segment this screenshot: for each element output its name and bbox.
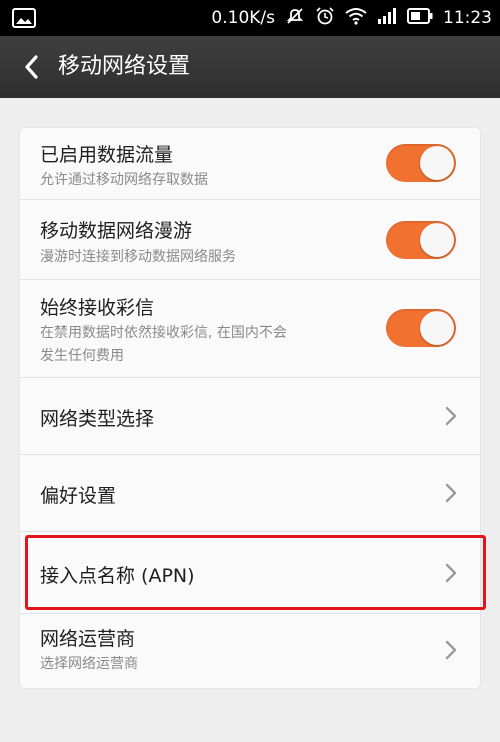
chevron-right-icon xyxy=(445,483,457,503)
alarm-icon xyxy=(315,6,335,31)
mute-icon xyxy=(285,6,305,31)
toggle-knob xyxy=(420,223,454,257)
chevron-right-icon xyxy=(445,563,457,583)
chevron-right-icon xyxy=(445,406,457,426)
clock-time: 11:23 xyxy=(443,8,492,28)
signal-icon xyxy=(377,7,397,30)
setting-title: 网络类型选择 xyxy=(40,408,155,430)
always-receive-mms-toggle[interactable] xyxy=(386,309,456,347)
mobile-data-toggle[interactable] xyxy=(386,144,456,182)
toggle-knob xyxy=(420,146,454,180)
toggle-knob xyxy=(420,311,454,345)
title-bar: 移动网络设置 xyxy=(0,36,500,98)
setting-always-receive-mms[interactable]: 始终接收彩信 在禁用数据时依然接收彩信, 在国内不会 发生任何费用 xyxy=(20,279,480,378)
setting-title: 网络运营商 xyxy=(40,628,136,650)
setting-apn[interactable]: 接入点名称 (APN) xyxy=(20,531,480,614)
setting-subtitle-line1: 在禁用数据时依然接收彩信, 在国内不会 xyxy=(40,325,287,341)
setting-network-type[interactable]: 网络类型选择 xyxy=(20,377,480,455)
chevron-right-icon xyxy=(445,640,457,660)
setting-subtitle: 漫游时连接到移动数据网络服务 xyxy=(40,249,236,265)
setting-title: 接入点名称 (APN) xyxy=(40,565,195,587)
battery-icon xyxy=(407,7,433,29)
setting-title: 偏好设置 xyxy=(40,485,117,507)
setting-network-operator[interactable]: 网络运营商 选择网络运营商 xyxy=(20,613,480,688)
setting-preferences[interactable]: 偏好设置 xyxy=(20,454,480,532)
data-roaming-toggle[interactable] xyxy=(386,221,456,259)
setting-title: 移动数据网络漫游 xyxy=(40,220,193,242)
page-title: 移动网络设置 xyxy=(58,54,191,79)
setting-title: 已启用数据流量 xyxy=(40,144,174,166)
status-bar: 0.10K/s 11:23 xyxy=(0,0,500,36)
setting-mobile-data[interactable]: 已启用数据流量 允许通过移动网络存取数据 xyxy=(20,128,480,200)
setting-subtitle: 选择网络运营商 xyxy=(40,656,138,672)
setting-data-roaming[interactable]: 移动数据网络漫游 漫游时连接到移动数据网络服务 xyxy=(20,199,480,280)
network-speed: 0.10K/s xyxy=(211,8,275,28)
wifi-icon xyxy=(345,7,367,30)
settings-list: 已启用数据流量 允许通过移动网络存取数据 移动数据网络漫游 漫游时连接到移动数据… xyxy=(20,128,480,688)
image-icon xyxy=(12,8,36,33)
setting-title: 始终接收彩信 xyxy=(40,297,155,319)
chevron-left-icon xyxy=(25,55,38,79)
setting-subtitle: 允许通过移动网络存取数据 xyxy=(40,172,208,188)
back-button[interactable] xyxy=(14,50,48,84)
setting-subtitle-line2: 发生任何费用 xyxy=(40,348,124,364)
